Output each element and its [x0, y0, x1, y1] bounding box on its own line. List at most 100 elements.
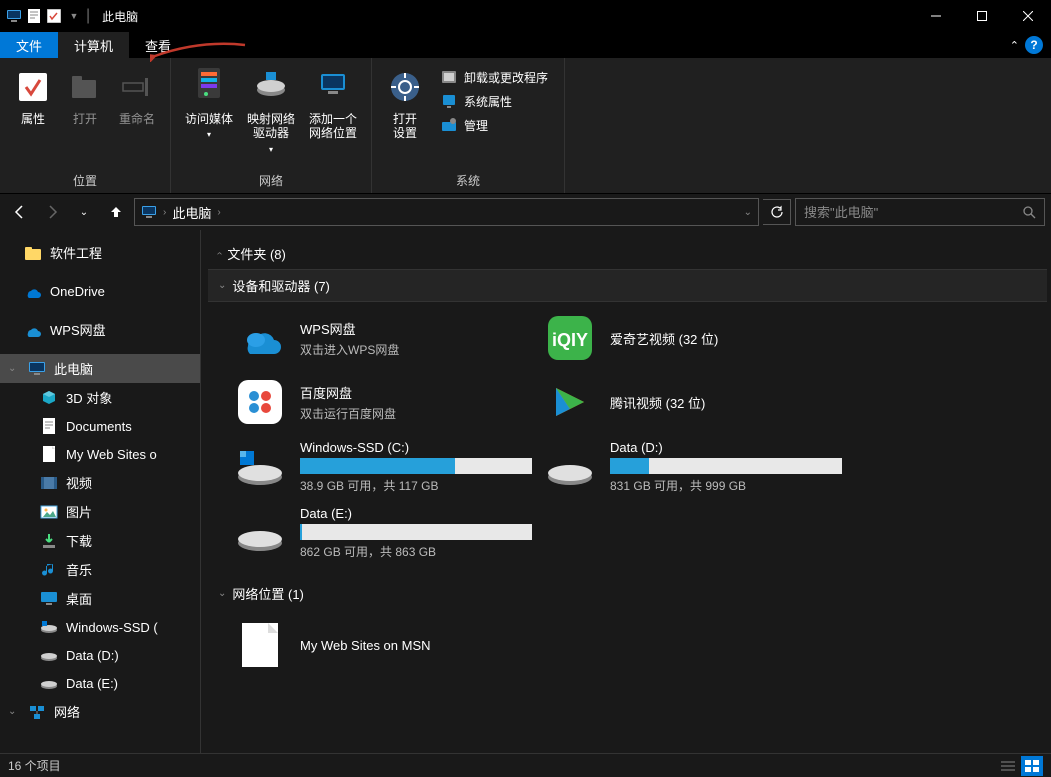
group-header-devices[interactable]: ⌄ 设备和驱动器 (7)	[208, 269, 1047, 302]
rename-icon	[120, 66, 154, 108]
group-header-netloc[interactable]: ⌄ 网络位置 (1)	[208, 578, 1047, 609]
group-label-system: 系统	[380, 170, 556, 191]
tab-computer[interactable]: 计算机	[58, 32, 129, 58]
address-bar[interactable]: › 此电脑 › ⌄	[134, 198, 759, 226]
sidebar-item-drive[interactable]: Data (E:)	[0, 669, 200, 697]
uninstall-button[interactable]: 卸载或更改程序	[434, 66, 554, 88]
rename-button[interactable]: 重命名	[112, 62, 162, 170]
tiles-view-button[interactable]	[1021, 756, 1043, 776]
tile-drive[interactable]: Data (D:)831 GB 可用，共 999 GB	[538, 434, 848, 500]
pc-icon	[28, 360, 46, 378]
titlebar-sep: |	[82, 7, 94, 25]
download-icon	[40, 532, 58, 550]
main-area: 软件工程OneDriveWPS网盘⌄此电脑3D 对象DocumentsMy We…	[0, 230, 1051, 753]
content-pane: › 文件夹 (8) ⌄ 设备和驱动器 (7) WPS网盘双击进入WPS网盘iQI…	[204, 230, 1051, 753]
recent-button[interactable]: ⌄	[70, 198, 98, 226]
open-settings-button[interactable]: 打开 设置	[380, 62, 430, 170]
sidebar-item-wps[interactable]: WPS网盘	[0, 315, 200, 344]
tile-drive[interactable]: Data (E:)862 GB 可用，共 863 GB	[228, 500, 538, 566]
sidebar-item-label: 视频	[66, 473, 92, 492]
address-dropdown-icon[interactable]: ⌄	[744, 207, 752, 218]
close-button[interactable]	[1005, 0, 1051, 32]
tile-drive-win[interactable]: Windows-SSD (C:)38.9 GB 可用，共 117 GB	[228, 434, 538, 500]
search-input[interactable]	[804, 205, 1022, 220]
qat-dropdown-icon[interactable]: ▼	[66, 8, 82, 24]
map-drive-button[interactable]: 映射网络 驱动器 ▾	[241, 62, 301, 170]
qat-properties-icon[interactable]	[46, 8, 62, 24]
sidebar-item-download[interactable]: 下载	[0, 526, 200, 555]
tile-baidu[interactable]: 百度网盘双击运行百度网盘	[228, 370, 538, 434]
sidebar-item-desktop[interactable]: 桌面	[0, 584, 200, 613]
forward-button[interactable]	[38, 198, 66, 226]
properties-button[interactable]: 属性	[8, 62, 58, 170]
window-controls	[913, 0, 1051, 32]
doc-icon	[40, 417, 58, 435]
sidebar-item-pc[interactable]: ⌄此电脑	[0, 354, 200, 383]
chevron-down-icon: ⌄	[218, 588, 226, 599]
chevron-right-icon[interactable]: ›	[217, 207, 220, 218]
tile-netloc[interactable]: My Web Sites on MSN	[228, 613, 538, 677]
sidebar-item-label: 3D 对象	[66, 388, 112, 407]
wps-cloud-icon	[234, 312, 286, 364]
group-header-folders[interactable]: › 文件夹 (8)	[208, 238, 1047, 269]
breadcrumb-this-pc[interactable]: 此电脑	[172, 203, 211, 222]
open-button[interactable]: 打开	[60, 62, 110, 170]
tile-subtitle: 双击进入WPS网盘	[300, 341, 532, 358]
manage-button[interactable]: 管理	[434, 114, 554, 136]
add-network-icon	[316, 66, 350, 108]
sidebar-item-drive-win[interactable]: Windows-SSD (	[0, 613, 200, 641]
onedrive-icon	[24, 282, 42, 300]
baidu-icon	[234, 376, 286, 428]
tile-tencent[interactable]: 腾讯视频 (32 位)	[538, 370, 848, 434]
refresh-button[interactable]	[763, 199, 791, 225]
sidebar-item-folder[interactable]: 软件工程	[0, 238, 200, 267]
navigation-bar: ⌄ › 此电脑 › ⌄	[0, 194, 1051, 230]
sidebar-item-music[interactable]: 音乐	[0, 555, 200, 584]
maximize-button[interactable]	[959, 0, 1005, 32]
video-icon	[40, 474, 58, 492]
tile-wps-cloud[interactable]: WPS网盘双击进入WPS网盘	[228, 306, 538, 370]
sidebar-item-label: Data (E:)	[66, 676, 118, 691]
ribbon-group-system: 打开 设置 卸载或更改程序 系统属性 管理 系统	[372, 58, 565, 193]
tab-file[interactable]: 文件	[0, 32, 58, 58]
map-drive-icon	[254, 66, 288, 108]
titlebar-left: ▼	[0, 8, 82, 24]
back-button[interactable]	[6, 198, 34, 226]
sidebar-item-label: 网络	[54, 702, 80, 721]
file-icon	[40, 445, 58, 463]
tab-view[interactable]: 查看	[129, 32, 187, 58]
up-button[interactable]	[102, 198, 130, 226]
tile-iqiyi[interactable]: iQIY爱奇艺视频 (32 位)	[538, 306, 848, 370]
desktop-icon	[40, 590, 58, 608]
tile-title: My Web Sites on MSN	[300, 638, 532, 653]
details-view-button[interactable]	[997, 756, 1019, 776]
drive-icon	[544, 441, 596, 493]
chevron-down-icon: ⌄	[8, 706, 20, 717]
sidebar-item-pic[interactable]: 图片	[0, 497, 200, 526]
tile-title: WPS网盘	[300, 319, 532, 338]
qat-file-icon[interactable]	[26, 8, 42, 24]
sidebar-item-doc[interactable]: Documents	[0, 412, 200, 440]
sidebar-item-network[interactable]: ⌄ 网络	[0, 697, 200, 726]
chevron-down-icon: ⌄	[218, 280, 226, 291]
search-icon[interactable]	[1022, 205, 1036, 219]
add-network-location-button[interactable]: 添加一个 网络位置	[303, 62, 363, 170]
help-icon[interactable]: ?	[1025, 36, 1043, 54]
sidebar-item-file[interactable]: My Web Sites o	[0, 440, 200, 468]
svg-text:iQIY: iQIY	[552, 330, 588, 350]
ribbon-group-location: 属性 打开 重命名 位置	[0, 58, 171, 193]
ribbon-collapse-icon[interactable]: ⌃	[1010, 39, 1019, 52]
sidebar-item-video[interactable]: 视频	[0, 468, 200, 497]
sidebar-item-3d[interactable]: 3D 对象	[0, 383, 200, 412]
drive-win-icon	[234, 441, 286, 493]
search-box[interactable]	[795, 198, 1045, 226]
chevron-right-icon[interactable]: ›	[163, 207, 166, 218]
sidebar-item-drive[interactable]: Data (D:)	[0, 641, 200, 669]
tile-subtitle: 双击运行百度网盘	[300, 405, 532, 422]
access-media-button[interactable]: 访问媒体 ▾	[179, 62, 239, 170]
system-properties-button[interactable]: 系统属性	[434, 90, 554, 112]
status-text: 16 个项目	[8, 757, 61, 774]
sidebar-item-onedrive[interactable]: OneDrive	[0, 277, 200, 305]
minimize-button[interactable]	[913, 0, 959, 32]
chevron-down-icon: ▾	[269, 145, 273, 154]
